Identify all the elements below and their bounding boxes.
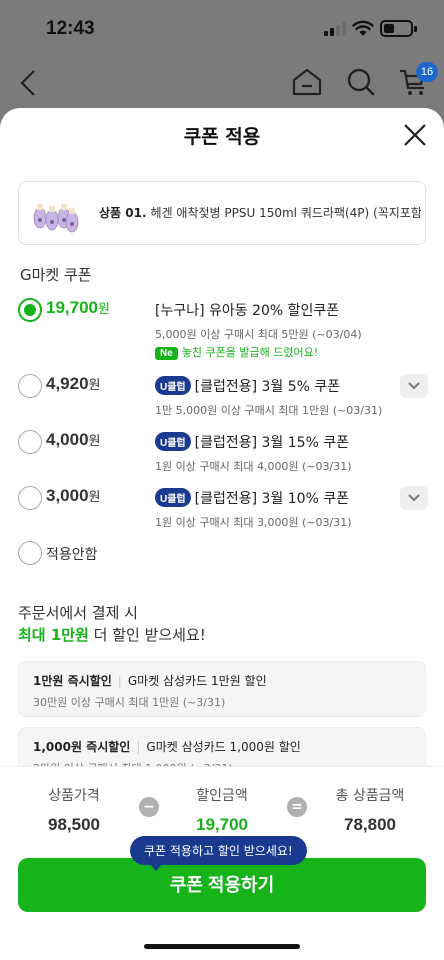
close-icon[interactable]: [402, 122, 428, 148]
product-thumbnail: [29, 190, 81, 238]
coupon-radio[interactable]: [18, 374, 42, 398]
total-price: 총 상품금액 78,800: [335, 788, 405, 834]
product-name: 상품 01. 헤겐 애착젖병 PPSU 150ml 쿼드라팩(4P) (꼭지포함): [99, 204, 421, 221]
coupon-radio[interactable]: [18, 430, 42, 454]
card-offer: 1만원 즉시할인 | G마켓 삼성카드 1만원 할인 30만원 이상 구매시 최대 …: [18, 661, 426, 717]
coupon-desc: 5,000원 이상 구매시 최대 5만원 (~03/04): [155, 328, 362, 341]
coupon-option[interactable]: 19,700원 [누구나] 유아동 20% 할인쿠폰 5,000원 이상 구매시…: [18, 298, 428, 368]
coupon-amount: 19,700원: [46, 298, 110, 317]
expand-button[interactable]: [400, 374, 428, 398]
coupon-amount: 3,000원: [46, 486, 101, 505]
uclub-badge: U클럽: [155, 432, 191, 451]
product-card: 상품 01. 헤겐 애착젖병 PPSU 150ml 쿼드라팩(4P) (꼭지포함): [18, 181, 426, 245]
no-coupon-radio[interactable]: [18, 541, 42, 565]
chevron-down-icon: [408, 494, 420, 502]
status-bar: 12:43: [0, 0, 444, 60]
uclub-badge: U클럽: [155, 488, 191, 507]
reissued-notice: Ne 놓친 쿠폰을 발급해 드렸어요!: [155, 344, 318, 360]
no-coupon-label: 적용안함: [46, 546, 98, 562]
no-coupon-option[interactable]: 적용안함: [18, 541, 428, 571]
coupon-sheet: 쿠폰 적용 상품 01. 헤겐 애착젖병 PPSU 150ml 쿼드라팩(4P) …: [0, 108, 444, 960]
chevron-down-icon: [408, 382, 420, 390]
apply-coupon-button[interactable]: 쿠폰 적용하기: [18, 858, 426, 912]
battery-icon: [380, 20, 417, 37]
wifi-icon: [352, 20, 374, 36]
coupon-option[interactable]: 4,920원 U클럽 [클럽전용] 3월 5% 쿠폰 1만 5,000원 이상 구…: [18, 374, 428, 424]
minus-icon: −: [139, 797, 159, 817]
discount-amount: 할인금액 19,700: [196, 788, 248, 834]
coupon-option[interactable]: 4,000원 U클럽 [클럽전용] 3월 15% 쿠폰 1원 이상 구매시 최대 …: [18, 430, 428, 480]
expand-button[interactable]: [400, 486, 428, 510]
coupon-desc: 1원 이상 구매시 최대 4,000원 (~03/31): [155, 460, 352, 473]
coupon-amount: 4,920원: [46, 374, 101, 393]
product-label: 상품 01.: [99, 206, 147, 220]
home-indicator[interactable]: [144, 944, 300, 949]
home-icon[interactable]: [290, 66, 324, 98]
coupon-radio[interactable]: [18, 486, 42, 510]
sheet-title: 쿠폰 적용: [183, 126, 261, 148]
coupon-name: U클럽 [클럽전용] 3월 15% 쿠폰: [155, 432, 349, 452]
app-header: [0, 60, 444, 108]
apply-tooltip: 쿠폰 적용하고 할인 받으세요!: [130, 836, 307, 871]
ne-badge: Ne: [155, 347, 178, 360]
back-arrow-icon[interactable]: [16, 68, 40, 98]
coupon-name: U클럽 [클럽전용] 3월 10% 쿠폰: [155, 488, 349, 508]
gmarket-coupon-title: G마켓 쿠폰: [20, 266, 92, 284]
search-icon[interactable]: [346, 66, 376, 98]
coupon-option[interactable]: 3,000원 U클럽 [클럽전용] 3월 10% 쿠폰 1원 이상 구매시 최대 …: [18, 486, 428, 536]
coupon-name: U클럽 [클럽전용] 3월 5% 쿠폰: [155, 376, 340, 396]
equals-icon: =: [287, 797, 307, 817]
coupon-desc: 1만 5,000원 이상 구매시 최대 1만원 (~03/31): [155, 404, 383, 417]
coupon-name: [누구나] 유아동 20% 할인쿠폰: [155, 303, 340, 319]
uclub-badge: U클럽: [155, 376, 191, 395]
cart-count-badge: 16: [416, 62, 438, 82]
original-price: 상품가격 98,500: [48, 788, 100, 834]
coupon-desc: 1원 이상 구매시 최대 3,000원 (~03/31): [155, 516, 352, 529]
payment-promo-title: 주문서에서 결제 시 최대 1만원 더 할인 받으세요!: [18, 604, 206, 644]
max-discount-highlight: 최대 1만원: [18, 626, 89, 644]
product-title: 헤겐 애착젖병 PPSU 150ml 쿼드라팩(4P) (꼭지포함): [150, 206, 421, 220]
coupon-amount: 4,000원: [46, 430, 101, 449]
status-time: 12:43: [46, 18, 95, 39]
signal-icon: [324, 22, 348, 36]
coupon-radio-selected[interactable]: [18, 298, 42, 322]
